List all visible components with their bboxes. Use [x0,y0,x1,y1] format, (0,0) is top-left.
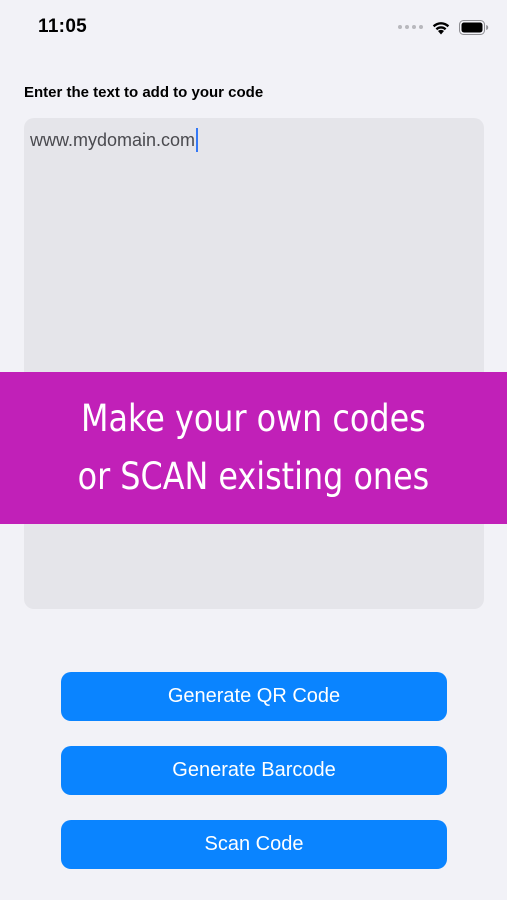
cellular-signal-icon [398,25,423,29]
status-icons [398,18,489,36]
promo-line-2: or SCAN existing ones [77,455,430,498]
status-bar: 11:05 [0,0,507,54]
battery-icon [459,19,489,35]
code-text-area[interactable]: www.mydomain.com [24,118,484,609]
wifi-icon [432,21,450,34]
generate-qr-code-button[interactable]: Generate QR Code [61,672,447,721]
code-text-value[interactable]: www.mydomain.com [30,128,199,152]
status-time: 11:05 [38,16,88,37]
promo-banner: Make your own codes or SCAN existing one… [0,372,507,524]
text-input-label: Enter the text to add to your code [24,84,264,101]
generate-barcode-button[interactable]: Generate Barcode [61,746,447,795]
scan-code-button[interactable]: Scan Code [61,820,447,869]
promo-line-1: Make your own codes [81,397,426,440]
